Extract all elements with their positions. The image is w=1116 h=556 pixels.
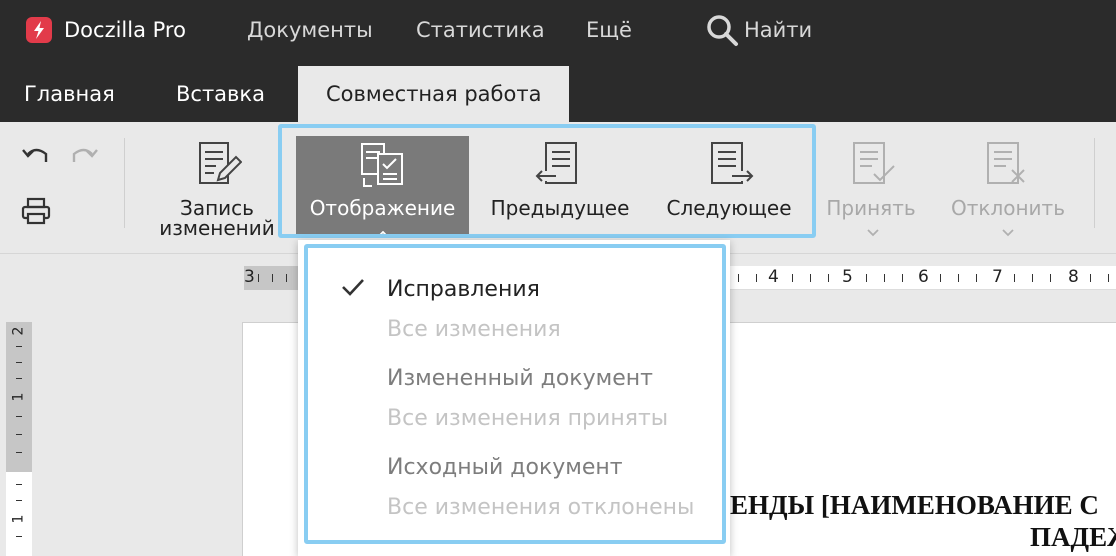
track-changes-label-1: Запись	[180, 196, 254, 220]
view-navigation-highlight	[278, 124, 816, 238]
undo-icon[interactable]	[20, 144, 52, 168]
ruler-label: 1	[10, 392, 27, 402]
tab-collaboration[interactable]: Совместная работа	[298, 66, 570, 122]
view-option-original[interactable]: Исходный документ	[387, 455, 623, 481]
ruler-label: 6	[918, 267, 929, 287]
search-button[interactable]: Найти	[704, 12, 812, 48]
app-name: Doczilla Pro	[64, 18, 186, 42]
ruler-label: 5	[842, 267, 853, 287]
tab-home[interactable]: Главная	[24, 66, 115, 122]
reject-change-button[interactable]: Отклонить	[946, 198, 1070, 218]
redo-icon[interactable]	[68, 144, 100, 168]
view-option-markup-description: Все изменения	[387, 317, 561, 342]
app-header: Doczilla Pro Документы Статистика Ещё На…	[0, 0, 1116, 122]
toolbar-separator	[1094, 138, 1095, 228]
ruler-label: 4	[768, 267, 779, 287]
accept-change-button[interactable]: Принять	[816, 198, 926, 218]
vertical-ruler: 2 1 1	[6, 322, 32, 556]
print-icon[interactable]	[20, 196, 52, 226]
search-icon	[707, 15, 738, 46]
chevron-down-icon[interactable]	[1002, 222, 1014, 241]
view-option-final-description: Все изменения приняты	[387, 406, 669, 431]
track-changes-label-2: изменений	[159, 216, 275, 240]
menu-more[interactable]: Ещё	[586, 16, 632, 44]
view-option-original-description: Все изменения отклонены	[387, 495, 695, 520]
search-label: Найти	[744, 18, 813, 42]
ruler-label: 8	[1068, 267, 1079, 287]
ruler-label: 2	[10, 326, 27, 336]
tab-insert[interactable]: Вставка	[176, 66, 265, 122]
chevron-down-icon[interactable]	[867, 222, 879, 241]
document-text[interactable]: ЕНДЫ [НАИМЕНОВАНИЕ С	[730, 490, 1099, 520]
menu-statistics[interactable]: Статистика	[416, 16, 545, 44]
checkmark-icon	[340, 276, 366, 302]
document-text[interactable]: ПАДЕЖ	[1030, 522, 1116, 552]
doczilla-logo-icon[interactable]	[26, 17, 52, 43]
ruler-label: 3	[244, 267, 255, 287]
ruler-label: 7	[992, 267, 1003, 287]
menu-documents[interactable]: Документы	[247, 16, 373, 44]
reject-change-icon[interactable]	[984, 140, 1032, 188]
accept-change-icon[interactable]	[850, 140, 898, 188]
view-option-final[interactable]: Измененный документ	[387, 366, 653, 392]
toolbar-separator	[124, 138, 125, 228]
ruler-label: 1	[10, 514, 27, 524]
track-changes-icon[interactable]	[196, 140, 242, 188]
view-option-markup[interactable]: Исправления	[387, 277, 540, 303]
